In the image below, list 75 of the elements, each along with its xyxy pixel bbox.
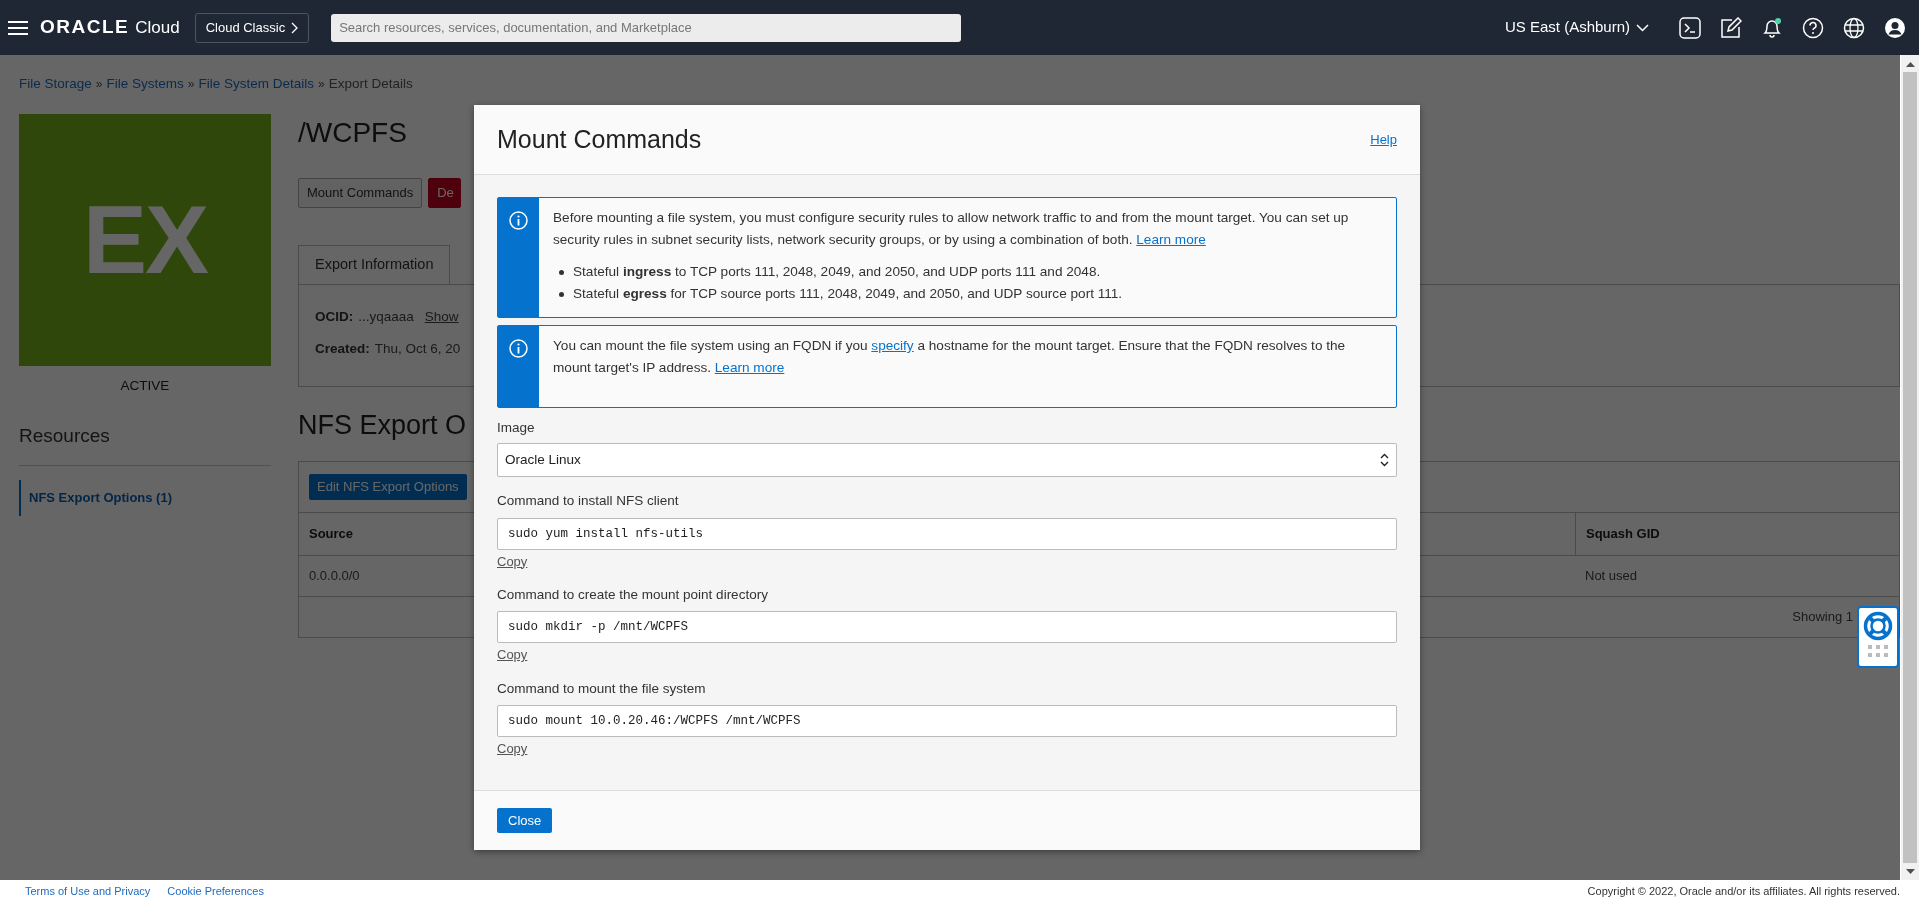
resources-heading: Resources: [19, 424, 111, 449]
product-name: Cloud: [135, 16, 180, 39]
notice-text: You can mount the file system using an FQDN if you specify a hostname for the mount target. Ensure that the FQDN resolves to the mount target's IP address. Learn more: [553, 337, 1347, 377]
field-label: Command to mount the file system: [497, 679, 706, 698]
info-icon: [509, 339, 528, 358]
edit-icon[interactable]: [1720, 16, 1742, 39]
breadcrumb-link[interactable]: File Storage: [19, 73, 92, 95]
console-switch-button[interactable]: Cloud Classic: [194, 12, 310, 43]
breadcrumb-separator: »: [95, 76, 103, 93]
table-cell-text: 0.0.0.0/0: [309, 567, 360, 586]
section-title: NFS Export O: [298, 409, 467, 442]
breadcrumb-link[interactable]: File System Details: [198, 73, 314, 95]
field-value: ...yqaaaa: [358, 308, 414, 326]
tab[interactable]: Export Information: [298, 245, 451, 285]
field-label: Image: [497, 419, 535, 437]
breadcrumb-link[interactable]: File Systems: [106, 73, 184, 95]
copy-link[interactable]: Copy: [497, 551, 528, 571]
help-widget[interactable]: [1857, 606, 1899, 668]
field-label: Command to install NFS client: [497, 492, 679, 511]
copyright-text: Copyright © 2022, Oracle and/or its affiliates. All rights reserved.: [1587, 883, 1900, 899]
terminal-icon[interactable]: [1679, 16, 1701, 39]
footer-link[interactable]: Terms of Use and Privacy: [25, 882, 151, 900]
lifebuoy-icon: [1863, 611, 1893, 641]
status-text: ACTIVE: [119, 377, 171, 395]
chevron-down-icon: [1636, 23, 1649, 32]
edit-nfs-export-options-button[interactable]: Edit NFS Export Options: [309, 474, 467, 500]
scrollbar[interactable]: [1900, 55, 1919, 880]
column-header: Squash GID: [1586, 525, 1660, 544]
info-icon: [509, 211, 528, 230]
field-label: OCID:: [315, 308, 354, 326]
command-field[interactable]: sudo yum install nfs-utils: [497, 517, 1397, 550]
breadcrumb-separator: »: [317, 76, 325, 93]
bullet-text: Stateful egress for TCP source ports 111, 2048, 2049, and 2050, and UDP source port 111.: [573, 285, 1123, 303]
scrollbar-thumb[interactable]: [1903, 72, 1917, 863]
help-icon[interactable]: [1802, 16, 1824, 39]
command-field[interactable]: sudo mount 10.0.20.46:/WCPFS /mnt/WCPFS: [497, 705, 1397, 737]
column-header: Source: [309, 525, 354, 544]
bell-icon[interactable]: [1761, 16, 1783, 39]
show-link[interactable]: Show: [424, 307, 459, 328]
mount-commands-button[interactable]: Mount Commands: [298, 178, 423, 208]
user-avatar-icon[interactable]: [1884, 16, 1906, 39]
learn-more-link[interactable]: Learn more: [1136, 232, 1206, 247]
grid-icon: [1868, 645, 1888, 658]
breadcrumb-separator: »: [187, 76, 195, 93]
bullet-icon: [559, 291, 564, 297]
notice-text: Before mounting a file system, you must configure security rules to allow network traffic to and from the mount target. You can set up security rules in subnet security lists, network security groups, or by using a combination of both. Learn more: [553, 209, 1350, 249]
delete-button[interactable]: De: [428, 178, 462, 208]
table-cell-text: Not used: [1585, 567, 1638, 586]
close-button[interactable]: Close: [497, 808, 553, 833]
page-title: /WCPFS: [298, 116, 407, 150]
field-value: Thu, Oct 6, 20: [374, 340, 461, 359]
region-selector[interactable]: US East (Ashburn): [1504, 16, 1649, 39]
copy-link[interactable]: Copy: [497, 739, 528, 759]
field-label: Command to create the mount point directory: [497, 586, 768, 604]
breadcrumb-current: Export Details: [328, 74, 413, 93]
footer-link[interactable]: Cookie Preferences: [167, 882, 264, 900]
bullet-icon: [559, 269, 564, 275]
command-field[interactable]: sudo mkdir -p /mnt/WCPFS: [497, 611, 1397, 644]
modal-title: Mount Commands: [497, 123, 702, 155]
sidebar-item[interactable]: NFS Export Options (1): [19, 479, 271, 516]
learn-more-link[interactable]: Learn more: [714, 360, 785, 375]
badge-text: EX: [82, 192, 208, 288]
pagination-text: Showing 1: [1792, 608, 1853, 627]
copy-link[interactable]: Copy: [497, 645, 528, 665]
oracle-wordmark[interactable]: ORACLE: [40, 13, 130, 42]
help-link[interactable]: Help: [1370, 129, 1397, 150]
select-arrows-icon: [1380, 453, 1389, 468]
image-select[interactable]: Oracle Linux: [497, 443, 1397, 478]
menu-icon[interactable]: [8, 19, 28, 36]
field-label: Created:: [315, 340, 370, 359]
globe-icon[interactable]: [1843, 16, 1865, 39]
bullet-text: Stateful ingress to TCP ports 111, 2048, 2049, and 2050, and UDP ports 111 and 2048.: [573, 263, 1101, 281]
chevron-right-icon: [291, 21, 299, 34]
search-field[interactable]: Search resources, services, documentation, and Marketplace: [331, 13, 962, 42]
learn-more-link[interactable]: specify: [871, 338, 914, 353]
